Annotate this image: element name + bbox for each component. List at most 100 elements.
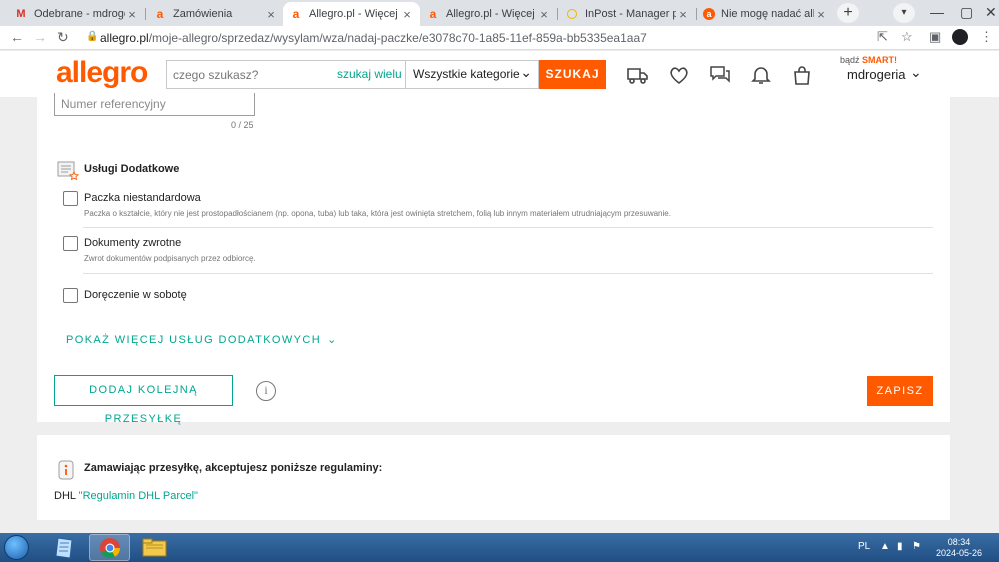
shipment-form-card: 0 / 25 Usługi Dodatkowe Paczka niestanda… — [37, 93, 950, 425]
option-label: Dokumenty zwrotne — [84, 237, 182, 249]
tab-title: Allegro.pl - Więcej niż aukcje — [309, 8, 400, 20]
save-button[interactable]: ZAPISZ — [867, 376, 933, 406]
allegro-logo[interactable]: allegro — [56, 56, 148, 90]
system-clock[interactable]: 08:34 2024-05-26 — [936, 537, 982, 559]
shopping-bag-icon[interactable] — [790, 64, 814, 86]
smart-label: SMART! — [862, 55, 898, 65]
divider — [83, 273, 933, 274]
allegro-icon: a — [292, 7, 300, 21]
side-panel-icon[interactable]: ▣ — [929, 29, 941, 45]
regulations-title: Zamawiając przesyłkę, akceptujesz poniżs… — [84, 462, 383, 474]
browser-tab-strip: M Odebrane - mdrogeria × a Zamówienia × … — [0, 0, 999, 26]
user-menu[interactable]: mdrogeria — [847, 67, 906, 82]
allegro-round-icon: a — [703, 8, 715, 20]
minimize-icon[interactable]: — — [930, 4, 944, 20]
show-more-services-button[interactable]: POKAŻ WIĘCEJ USŁUG DODATKOWYCH ⌄ — [66, 333, 338, 346]
action-center-flag-icon[interactable]: ⚑ — [912, 541, 921, 552]
taskbar: PL ▲ ▮ ⚑ 08:34 2024-05-26 — [0, 533, 999, 562]
tab-allegro[interactable]: a Allegro.pl - Więcej niż aukcje × — [420, 2, 557, 26]
allegro-icon: a — [156, 7, 164, 21]
tab-title: Odebrane - mdrogeria — [34, 8, 125, 20]
search-many-link[interactable]: szukaj wielu — [337, 67, 402, 81]
network-icon[interactable]: ▮ — [897, 541, 903, 552]
additional-services-icon — [57, 161, 79, 180]
option-label: Doręczenie w sobotę — [84, 289, 187, 301]
tab-zamowienia[interactable]: a Zamówienia × — [147, 2, 284, 26]
site-header: allegro szukaj wielu Wszystkie kategorie… — [0, 51, 999, 97]
allegro-icon: a — [429, 7, 437, 21]
category-label: Wszystkie kategorie — [413, 67, 520, 81]
tab-title: Allegro.pl - Więcej niż aukcje — [446, 8, 537, 20]
tab-inpost[interactable]: InPost - Manager paczek × — [559, 2, 696, 26]
smart-badge[interactable]: bądź SMART! — [840, 55, 897, 65]
tab-allegro-active[interactable]: a Allegro.pl - Więcej niż aukcje × — [283, 2, 420, 26]
divider — [83, 227, 933, 228]
bookmark-star-icon[interactable]: ☆ — [901, 29, 913, 45]
tray-arrow-icon[interactable]: ▲ — [880, 541, 890, 552]
saturday-delivery-checkbox[interactable] — [63, 288, 78, 303]
option-description: Zwrot dokumentów podpisanych przez odbio… — [84, 254, 256, 263]
close-icon[interactable]: × — [400, 7, 414, 22]
info-icon[interactable]: i — [256, 381, 276, 401]
search-bar: szukaj wielu Wszystkie kategorie ⌄ — [166, 60, 539, 89]
chevron-down-icon[interactable]: ⌄ — [910, 64, 922, 81]
show-more-label: POKAŻ WIĘCEJ USŁUG DODATKOWYCH — [66, 334, 322, 346]
close-icon[interactable]: × — [676, 7, 690, 22]
heart-icon[interactable] — [667, 64, 691, 86]
back-icon[interactable]: ← — [10, 29, 24, 45]
tab-title: Zamówienia — [173, 8, 233, 20]
tab-title: Nie mogę nadać allegro — [721, 8, 814, 20]
messages-icon[interactable] — [708, 64, 732, 86]
share-icon[interactable]: ⇱ — [877, 29, 888, 45]
tab-nie-moge[interactable]: a Nie mogę nadać allegro × — [697, 2, 834, 26]
carrier-name: DHL — [54, 490, 76, 502]
info-document-icon — [58, 460, 74, 480]
url-host: allegro.pl — [100, 31, 149, 45]
reload-icon[interactable]: ↻ — [57, 29, 69, 46]
chrome-taskbar-button[interactable] — [89, 534, 130, 561]
option-description: Paczka o kształcie, który nie jest prost… — [84, 209, 671, 218]
add-shipment-button[interactable]: DODAJ KOLEJNĄ PRZESYŁKĘ — [54, 375, 233, 425]
forward-icon[interactable]: → — [33, 29, 47, 45]
tab-search-icon[interactable]: ▾ — [893, 3, 915, 23]
new-tab-button[interactable]: + — [837, 3, 859, 23]
additional-services-title: Usługi Dodatkowe — [84, 163, 180, 175]
smart-prefix: bądź — [840, 55, 860, 65]
close-window-icon[interactable]: ✕ — [985, 4, 997, 21]
search-input[interactable] — [173, 66, 333, 84]
close-icon[interactable]: × — [814, 7, 828, 22]
reference-number-input[interactable] — [54, 93, 255, 116]
regulations-line: DHL "Regulamin DHL Parcel" — [54, 490, 198, 502]
language-indicator[interactable]: PL — [858, 541, 870, 552]
menu-kebab-icon[interactable]: ⋮ — [980, 29, 993, 45]
category-select[interactable]: Wszystkie kategorie ⌄ — [405, 61, 540, 88]
browser-toolbar: ← → ↻ 🔒 allegro.pl/moje-allegro/sprzedaz… — [0, 26, 999, 50]
inpost-icon — [567, 9, 577, 19]
clock-date: 2024-05-26 — [936, 548, 983, 558]
chrome-icon — [100, 538, 121, 559]
chevron-down-icon: ⌄ — [327, 334, 338, 346]
regulations-card: Zamawiając przesyłkę, akceptujesz poniżs… — [37, 435, 950, 520]
nonstandard-parcel-checkbox[interactable] — [63, 191, 78, 206]
tab-gmail[interactable]: M Odebrane - mdrogeria × — [8, 2, 145, 26]
profile-avatar[interactable] — [952, 29, 968, 45]
file-explorer-icon[interactable] — [134, 534, 175, 561]
return-documents-checkbox[interactable] — [63, 236, 78, 251]
clock-time: 08:34 — [947, 537, 971, 547]
maximize-icon[interactable]: ▢ — [960, 4, 973, 21]
chevron-down-icon: ⌄ — [520, 64, 532, 80]
option-label: Paczka niestandardowa — [84, 192, 201, 204]
lock-icon[interactable]: 🔒 — [86, 31, 98, 42]
reference-counter: 0 / 25 — [231, 120, 254, 130]
start-button[interactable] — [4, 535, 29, 560]
address-bar[interactable]: allegro.pl/moje-allegro/sprzedaz/wysylam… — [100, 31, 647, 45]
close-icon[interactable]: × — [125, 7, 139, 22]
bell-icon[interactable] — [749, 64, 773, 86]
dhl-regulations-link[interactable]: "Regulamin DHL Parcel" — [79, 490, 198, 502]
notepad-icon[interactable] — [44, 534, 85, 561]
search-button[interactable]: SZUKAJ — [539, 60, 606, 89]
close-icon[interactable]: × — [537, 7, 551, 22]
delivery-truck-icon[interactable] — [626, 64, 650, 86]
close-icon[interactable]: × — [264, 7, 278, 22]
gmail-icon: M — [16, 8, 26, 20]
